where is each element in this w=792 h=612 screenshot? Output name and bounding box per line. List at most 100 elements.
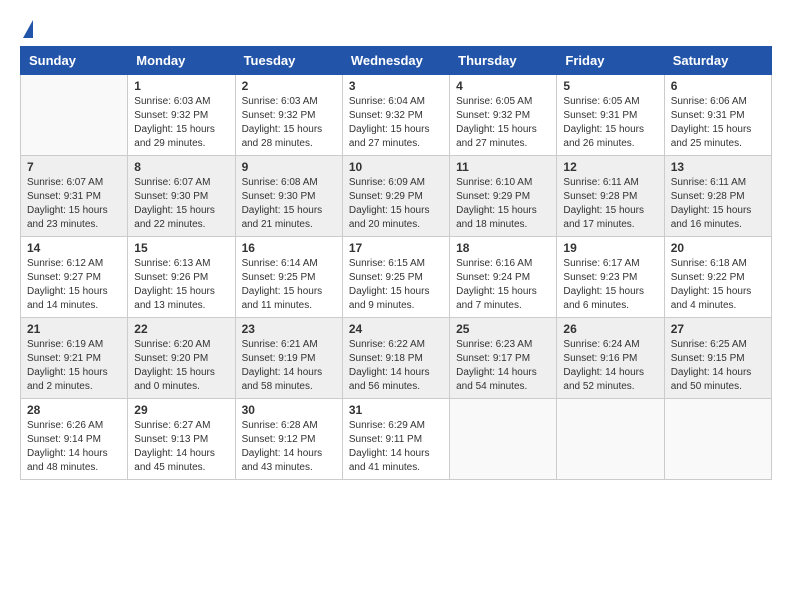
day-info: Sunrise: 6:05 AMSunset: 9:32 PMDaylight:… [456,95,550,151]
calendar-header-row: SundayMondayTuesdayWednesdayThursdayFrid… [21,47,772,75]
calendar-cell: 8 Sunrise: 6:07 AMSunset: 9:30 PMDaylight… [128,156,235,237]
header [20,16,772,38]
day-number: 6 [671,79,765,93]
day-info: Sunrise: 6:23 AMSunset: 9:17 PMDaylight:… [456,338,550,394]
logo-triangle-icon [23,20,33,38]
day-number: 17 [349,241,443,255]
day-number: 8 [134,160,228,174]
day-number: 2 [242,79,336,93]
calendar-cell: 11 Sunrise: 6:10 AMSunset: 9:29 PMDayligh… [450,156,557,237]
column-header-monday: Monday [128,47,235,75]
day-info: Sunrise: 6:14 AMSunset: 9:25 PMDaylight:… [242,257,336,313]
calendar-cell: 14 Sunrise: 6:12 AMSunset: 9:27 PMDayligh… [21,237,128,318]
calendar-cell: 17Sunrise: 6:15 AMSunset: 9:25 PMDayligh… [342,237,449,318]
calendar-table: SundayMondayTuesdayWednesdayThursdayFrid… [20,46,772,480]
calendar-cell: 6 Sunrise: 6:06 AMSunset: 9:31 PMDaylight… [664,75,771,156]
day-info: Sunrise: 6:10 AMSunset: 9:29 PMDaylight:… [456,176,550,232]
day-info: Sunrise: 6:25 AMSunset: 9:15 PMDaylight:… [671,338,765,394]
day-number: 21 [27,322,121,336]
day-info: Sunrise: 6:26 AMSunset: 9:14 PMDaylight:… [27,419,121,475]
calendar-cell: 16 Sunrise: 6:14 AMSunset: 9:25 PMDayligh… [235,237,342,318]
day-number: 15 [134,241,228,255]
day-number: 24 [349,322,443,336]
day-number: 16 [242,241,336,255]
column-header-tuesday: Tuesday [235,47,342,75]
day-info: Sunrise: 6:05 AMSunset: 9:31 PMDaylight:… [563,95,657,151]
day-number: 11 [456,160,550,174]
day-number: 9 [242,160,336,174]
day-info: Sunrise: 6:16 AMSunset: 9:24 PMDaylight:… [456,257,550,313]
day-number: 10 [349,160,443,174]
column-header-saturday: Saturday [664,47,771,75]
calendar-cell: 19Sunrise: 6:17 AMSunset: 9:23 PMDayligh… [557,237,664,318]
calendar-week-row: 28Sunrise: 6:26 AMSunset: 9:14 PMDayligh… [21,399,772,480]
calendar-cell: 2 Sunrise: 6:03 AMSunset: 9:32 PMDaylight… [235,75,342,156]
calendar-cell: 25Sunrise: 6:23 AMSunset: 9:17 PMDayligh… [450,318,557,399]
day-number: 3 [349,79,443,93]
day-number: 23 [242,322,336,336]
day-info: Sunrise: 6:22 AMSunset: 9:18 PMDaylight:… [349,338,443,394]
column-header-sunday: Sunday [21,47,128,75]
day-number: 7 [27,160,121,174]
day-info: Sunrise: 6:18 AMSunset: 9:22 PMDaylight:… [671,257,765,313]
calendar-cell: 26 Sunrise: 6:24 AMSunset: 9:16 PMDayligh… [557,318,664,399]
calendar-cell: 27 Sunrise: 6:25 AMSunset: 9:15 PMDayligh… [664,318,771,399]
day-info: Sunrise: 6:12 AMSunset: 9:27 PMDaylight:… [27,257,121,313]
calendar-cell: 21Sunrise: 6:19 AMSunset: 9:21 PMDayligh… [21,318,128,399]
calendar-cell: 7 Sunrise: 6:07 AMSunset: 9:31 PMDaylight… [21,156,128,237]
calendar-cell [557,399,664,480]
day-number: 4 [456,79,550,93]
day-info: Sunrise: 6:20 AMSunset: 9:20 PMDaylight:… [134,338,228,394]
calendar-cell [664,399,771,480]
day-number: 5 [563,79,657,93]
day-number: 27 [671,322,765,336]
page: SundayMondayTuesdayWednesdayThursdayFrid… [0,0,792,496]
calendar-cell: 4 Sunrise: 6:05 AMSunset: 9:32 PMDaylight… [450,75,557,156]
day-info: Sunrise: 6:07 AMSunset: 9:30 PMDaylight:… [134,176,228,232]
day-number: 26 [563,322,657,336]
column-header-wednesday: Wednesday [342,47,449,75]
column-header-thursday: Thursday [450,47,557,75]
calendar-week-row: 1 Sunrise: 6:03 AMSunset: 9:32 PMDaylight… [21,75,772,156]
calendar-cell [21,75,128,156]
day-info: Sunrise: 6:03 AMSunset: 9:32 PMDaylight:… [242,95,336,151]
calendar-week-row: 7 Sunrise: 6:07 AMSunset: 9:31 PMDaylight… [21,156,772,237]
calendar-week-row: 14 Sunrise: 6:12 AMSunset: 9:27 PMDayligh… [21,237,772,318]
day-info: Sunrise: 6:27 AMSunset: 9:13 PMDaylight:… [134,419,228,475]
day-info: Sunrise: 6:06 AMSunset: 9:31 PMDaylight:… [671,95,765,151]
day-number: 30 [242,403,336,417]
calendar-cell: 20Sunrise: 6:18 AMSunset: 9:22 PMDayligh… [664,237,771,318]
column-header-friday: Friday [557,47,664,75]
calendar-cell: 15 Sunrise: 6:13 AMSunset: 9:26 PMDayligh… [128,237,235,318]
calendar-cell: 3 Sunrise: 6:04 AMSunset: 9:32 PMDaylight… [342,75,449,156]
calendar-week-row: 21Sunrise: 6:19 AMSunset: 9:21 PMDayligh… [21,318,772,399]
day-info: Sunrise: 6:29 AMSunset: 9:11 PMDaylight:… [349,419,443,475]
calendar-cell: 22 Sunrise: 6:20 AMSunset: 9:20 PMDayligh… [128,318,235,399]
day-info: Sunrise: 6:13 AMSunset: 9:26 PMDaylight:… [134,257,228,313]
day-info: Sunrise: 6:07 AMSunset: 9:31 PMDaylight:… [27,176,121,232]
day-info: Sunrise: 6:24 AMSunset: 9:16 PMDaylight:… [563,338,657,394]
calendar-cell: 30Sunrise: 6:28 AMSunset: 9:12 PMDayligh… [235,399,342,480]
day-number: 12 [563,160,657,174]
day-number: 1 [134,79,228,93]
day-number: 18 [456,241,550,255]
day-info: Sunrise: 6:11 AMSunset: 9:28 PMDaylight:… [563,176,657,232]
calendar-cell: 31Sunrise: 6:29 AMSunset: 9:11 PMDayligh… [342,399,449,480]
calendar-cell: 1 Sunrise: 6:03 AMSunset: 9:32 PMDaylight… [128,75,235,156]
day-number: 19 [563,241,657,255]
day-info: Sunrise: 6:09 AMSunset: 9:29 PMDaylight:… [349,176,443,232]
calendar-cell: 29 Sunrise: 6:27 AMSunset: 9:13 PMDayligh… [128,399,235,480]
calendar-cell: 24 Sunrise: 6:22 AMSunset: 9:18 PMDayligh… [342,318,449,399]
logo [20,16,33,38]
day-number: 14 [27,241,121,255]
day-info: Sunrise: 6:03 AMSunset: 9:32 PMDaylight:… [134,95,228,151]
calendar-cell: 12 Sunrise: 6:11 AMSunset: 9:28 PMDayligh… [557,156,664,237]
calendar-cell: 5 Sunrise: 6:05 AMSunset: 9:31 PMDaylight… [557,75,664,156]
day-info: Sunrise: 6:08 AMSunset: 9:30 PMDaylight:… [242,176,336,232]
day-number: 22 [134,322,228,336]
calendar-cell: 9 Sunrise: 6:08 AMSunset: 9:30 PMDaylight… [235,156,342,237]
calendar-cell: 23Sunrise: 6:21 AMSunset: 9:19 PMDayligh… [235,318,342,399]
day-info: Sunrise: 6:04 AMSunset: 9:32 PMDaylight:… [349,95,443,151]
day-number: 29 [134,403,228,417]
calendar-cell: 10 Sunrise: 6:09 AMSunset: 9:29 PMDayligh… [342,156,449,237]
